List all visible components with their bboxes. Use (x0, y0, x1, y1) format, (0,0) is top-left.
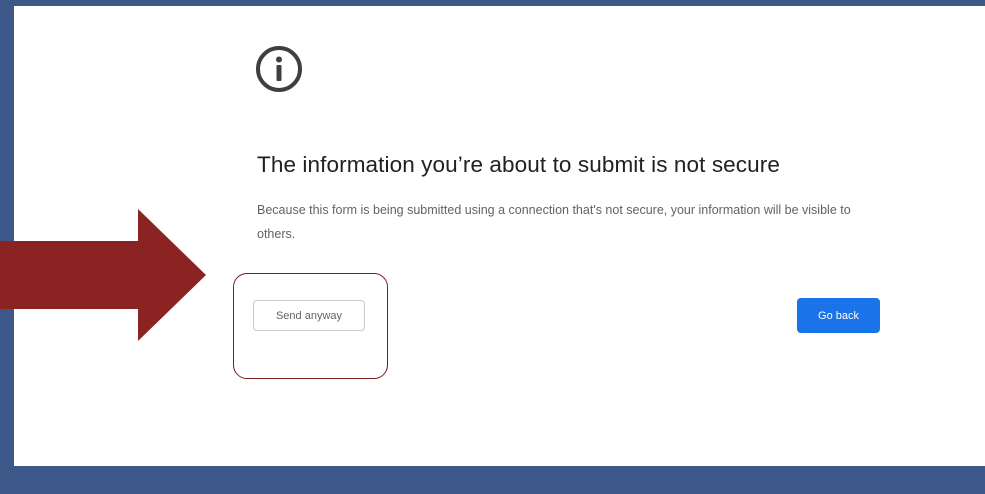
warning-description: Because this form is being submitted usi… (257, 203, 851, 241)
send-anyway-button[interactable]: Send anyway (253, 300, 365, 331)
go-back-button[interactable]: Go back (797, 298, 880, 333)
right-arrow-icon (0, 209, 210, 341)
page-title: The information you’re about to submit i… (257, 152, 780, 177)
info-circle-icon (255, 45, 303, 93)
